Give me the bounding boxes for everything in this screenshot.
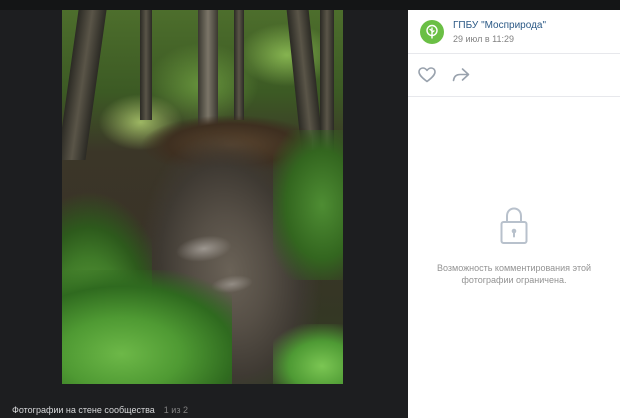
- post-header: ГПБУ "Мосприрода" 29 июл в 11:29: [408, 10, 620, 54]
- photo-viewer: Фотографии на стене сообщества 1 из 2: [0, 10, 408, 418]
- photo-tree-trunk: [234, 10, 244, 120]
- photo-side-panel: ГПБУ "Мосприрода" 29 июл в 11:29 Возможн…: [408, 10, 620, 418]
- lock-icon: [500, 207, 528, 244]
- comments-restricted: Возможность комментирования этой фотогра…: [408, 206, 620, 296]
- share-button[interactable]: [451, 66, 471, 84]
- heart-icon: [418, 67, 436, 83]
- photo-tree-trunk: [140, 10, 152, 120]
- comments-restricted-message: Возможность комментирования этой фотогра…: [437, 263, 591, 285]
- photo[interactable]: [62, 10, 343, 384]
- photo-counter: 1 из 2: [163, 405, 188, 415]
- share-arrow-icon: [452, 68, 470, 82]
- photo-tree-trunk: [62, 10, 107, 160]
- photo-right-bank: [273, 130, 343, 280]
- post-date[interactable]: 29 июл в 11:29: [453, 34, 514, 45]
- post-actions: [408, 54, 620, 97]
- photo-foreground-plants: [62, 270, 232, 384]
- photo-caption: Фотографии на стене сообщества 1 из 2: [12, 404, 188, 416]
- tree-logo-icon-glyph: [426, 24, 438, 39]
- album-link[interactable]: Фотографии на стене сообщества: [12, 405, 155, 415]
- post-author-link[interactable]: ГПБУ "Мосприрода": [453, 20, 546, 32]
- viewer-top-strip: [0, 0, 620, 10]
- photo-fern: [273, 324, 343, 384]
- like-button[interactable]: [417, 66, 437, 84]
- tree-logo-icon[interactable]: [420, 20, 444, 44]
